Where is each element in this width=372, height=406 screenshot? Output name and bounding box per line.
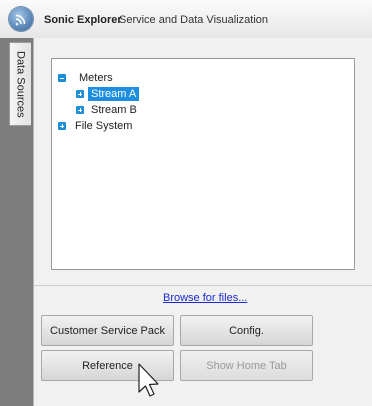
tab-data-sources-label: Data Sources: [14, 50, 27, 118]
tree-item-meters[interactable]: Meters: [58, 71, 116, 85]
tab-data-sources[interactable]: Data Sources: [9, 42, 31, 126]
tree-item-stream-b[interactable]: Stream B: [76, 103, 140, 117]
expand-icon[interactable]: [76, 106, 84, 114]
show-home-tab-button[interactable]: Show Home Tab: [180, 350, 313, 381]
title-bar: Sonic Explorer Service and Data Visualiz…: [0, 0, 372, 39]
app-subtitle: Service and Data Visualization: [119, 14, 268, 26]
app-title: Sonic Explorer: [44, 14, 122, 26]
tree-item-label: Meters: [79, 72, 113, 84]
tree-item-stream-a[interactable]: Stream A: [76, 87, 140, 101]
data-sources-panel: Meters Stream A Stream B File System Bro…: [33, 38, 372, 406]
divider: [34, 285, 372, 286]
mouse-pointer-icon: [138, 363, 159, 397]
wifi-signal-icon: [9, 7, 33, 31]
tree-item-label: File System: [75, 120, 133, 132]
config-button[interactable]: Config.: [180, 315, 313, 346]
tree-item-file-system[interactable]: File System: [58, 119, 135, 133]
app-window: Sonic Explorer Service and Data Visualiz…: [0, 0, 372, 406]
data-source-tree[interactable]: Meters Stream A Stream B File System: [51, 58, 355, 270]
tree-item-label: Stream B: [91, 104, 137, 116]
tree-item-label: Stream A: [88, 87, 140, 101]
customer-service-pack-button[interactable]: Customer Service Pack: [41, 315, 174, 346]
expand-icon[interactable]: [58, 122, 66, 130]
collapse-icon[interactable]: [58, 74, 66, 82]
browse-for-files-link[interactable]: Browse for files...: [163, 292, 247, 304]
expand-icon[interactable]: [76, 90, 84, 98]
